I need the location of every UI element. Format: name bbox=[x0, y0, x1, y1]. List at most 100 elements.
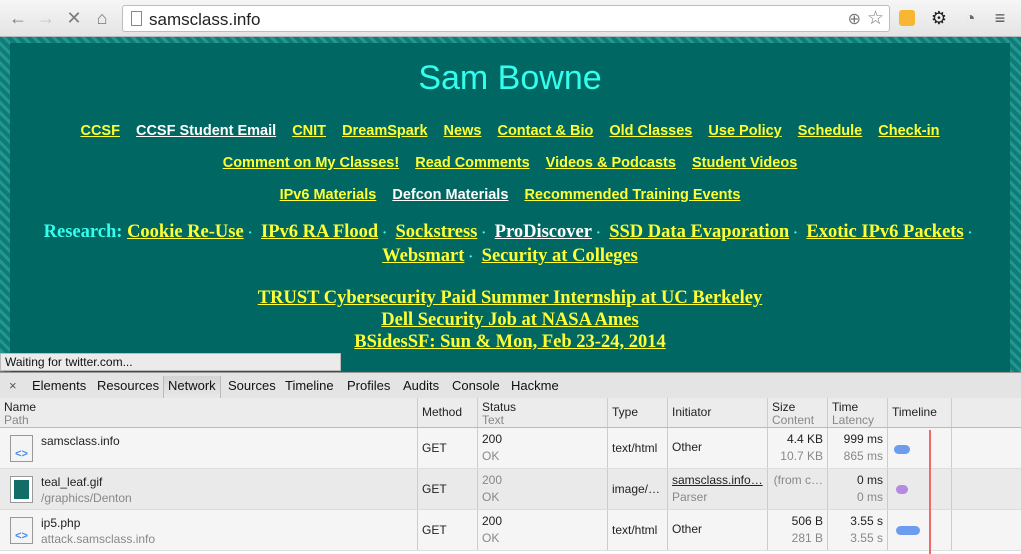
type-cell: text/html bbox=[608, 510, 668, 550]
load-event-line bbox=[929, 430, 931, 554]
menu-icon[interactable]: ≡ bbox=[990, 8, 1010, 28]
latency-value: 3.55 s bbox=[850, 531, 883, 545]
separator: · bbox=[481, 226, 487, 241]
content-value: 281 B bbox=[791, 531, 823, 545]
time-value: 3.55 s bbox=[850, 514, 883, 528]
col-name[interactable]: Name Path bbox=[0, 398, 418, 427]
home-icon[interactable]: ⌂ bbox=[92, 8, 112, 28]
content-value: 10.7 KB bbox=[780, 449, 823, 463]
extension-icon[interactable] bbox=[899, 10, 915, 26]
size-value: 506 B bbox=[791, 514, 823, 528]
timeline-cell bbox=[888, 428, 952, 468]
tab-console[interactable]: Console bbox=[452, 378, 500, 393]
news-link[interactable]: TRUST Cybersecurity Paid Summer Internsh… bbox=[10, 287, 1010, 309]
extension-circle-icon[interactable]: ◔ bbox=[960, 8, 980, 28]
research-link[interactable]: Websmart bbox=[382, 246, 464, 266]
time-cell: 0 ms 0 ms bbox=[828, 469, 888, 509]
time-cell: 999 ms 865 ms bbox=[828, 428, 888, 468]
initiator-cell: Other bbox=[668, 510, 768, 550]
timeline-cell bbox=[888, 510, 952, 550]
page-icon bbox=[131, 11, 142, 26]
col-status[interactable]: Status Text bbox=[478, 398, 608, 427]
research-link[interactable]: Security at Colleges bbox=[482, 246, 638, 266]
initiator-cell: samsclass.info… Parser bbox=[668, 469, 768, 509]
nav-link[interactable]: CCSF Student Email bbox=[136, 123, 276, 139]
bookmark-star-icon[interactable]: ☆ bbox=[867, 7, 884, 30]
address-bar[interactable]: samsclass.info ⊕ ☆ bbox=[122, 5, 890, 32]
header-sublabel: Latency bbox=[832, 413, 875, 427]
initiator-text: Other bbox=[672, 522, 703, 536]
zoom-icon[interactable]: ⊕ bbox=[848, 9, 861, 29]
separator: · bbox=[468, 250, 474, 265]
news-link[interactable]: Dell Security Job at NASA Ames bbox=[10, 309, 1010, 331]
research-link[interactable]: Sockstress bbox=[395, 222, 477, 242]
tab-profiles[interactable]: Profiles bbox=[347, 378, 390, 393]
nav-link[interactable]: Use Policy bbox=[708, 123, 781, 139]
size-value: (from c… bbox=[773, 473, 823, 487]
size-cell: 4.4 KB 10.7 KB bbox=[768, 428, 828, 468]
table-header: Name Path Method Status Text Type Initiato… bbox=[0, 398, 1021, 428]
nav-link[interactable]: Defcon Materials bbox=[392, 187, 508, 203]
col-initiator[interactable]: Initiator bbox=[668, 398, 768, 427]
col-size[interactable]: Size Content bbox=[768, 398, 828, 427]
time-cell: 3.55 s 3.55 s bbox=[828, 510, 888, 550]
nav-link[interactable]: Check-in bbox=[878, 123, 939, 139]
col-method[interactable]: Method bbox=[418, 398, 478, 427]
gear-icon[interactable]: ⚙ bbox=[929, 8, 949, 28]
tab-elements[interactable]: Elements bbox=[32, 378, 86, 393]
nav-link[interactable]: IPv6 Materials bbox=[280, 187, 377, 203]
tab-network[interactable]: Network bbox=[163, 376, 221, 398]
nav-link[interactable]: CCSF bbox=[80, 123, 119, 139]
tab-hackme[interactable]: Hackme bbox=[511, 378, 559, 393]
research-link[interactable]: Exotic IPv6 Packets bbox=[806, 222, 963, 242]
status-cell: 200 OK bbox=[478, 469, 608, 509]
nav-link[interactable]: Old Classes bbox=[609, 123, 692, 139]
nav-link[interactable]: CNIT bbox=[292, 123, 326, 139]
time-value: 0 ms bbox=[856, 473, 883, 487]
nav-link[interactable]: Recommended Training Events bbox=[524, 187, 740, 203]
size-cell: 506 B 281 B bbox=[768, 510, 828, 550]
status-bubble: Waiting for twitter.com... bbox=[0, 353, 341, 371]
back-icon[interactable]: ← bbox=[8, 8, 28, 28]
separator: · bbox=[247, 226, 253, 241]
url-text[interactable]: samsclass.info bbox=[149, 10, 260, 30]
nav-link[interactable]: Student Videos bbox=[692, 155, 797, 171]
nav-link[interactable]: Videos & Podcasts bbox=[546, 155, 676, 171]
nav-link[interactable]: Contact & Bio bbox=[497, 123, 593, 139]
table-row[interactable]: teal_leaf.gif /graphics/Denton GET 200 OK… bbox=[0, 469, 1021, 510]
nav-link[interactable]: Read Comments bbox=[415, 155, 529, 171]
tab-timeline[interactable]: Timeline bbox=[285, 378, 334, 393]
col-timeline[interactable]: Timeline bbox=[888, 398, 952, 427]
col-time[interactable]: Time Latency bbox=[828, 398, 888, 427]
news-link[interactable]: BSidesSF: Sun & Mon, Feb 23-24, 2014 bbox=[10, 331, 1010, 353]
header-label: Name bbox=[4, 400, 37, 414]
forward-icon[interactable]: → bbox=[36, 8, 56, 28]
research-link[interactable]: IPv6 RA Flood bbox=[261, 222, 378, 242]
page-content: Sam Bowne CCSF CCSF Student Email CNIT D… bbox=[10, 43, 1010, 372]
nav-link[interactable]: News bbox=[444, 123, 482, 139]
stop-icon[interactable]: ✕ bbox=[64, 8, 84, 28]
table-row[interactable]: <> samsclass.info GET 200 OK text/html Ot… bbox=[0, 428, 1021, 469]
table-row[interactable]: <> ip5.php attack.samsclass.info GET 200… bbox=[0, 510, 1021, 551]
tab-resources[interactable]: Resources bbox=[97, 378, 159, 393]
initiator-cell: Other bbox=[668, 428, 768, 468]
nav-link[interactable]: Comment on My Classes! bbox=[223, 155, 399, 171]
research-link[interactable]: ProDiscover bbox=[495, 222, 592, 242]
initiator-text[interactable]: samsclass.info… bbox=[672, 472, 763, 489]
request-path: /graphics/Denton bbox=[41, 491, 132, 505]
nav-link[interactable]: Schedule bbox=[798, 123, 862, 139]
page-title: Sam Bowne bbox=[418, 59, 602, 97]
col-type[interactable]: Type bbox=[608, 398, 668, 427]
type-cell: image/… bbox=[608, 469, 668, 509]
tab-sources[interactable]: Sources bbox=[228, 378, 276, 393]
status-text: OK bbox=[482, 490, 500, 504]
research-link[interactable]: SSD Data Evaporation bbox=[609, 222, 789, 242]
header-sublabel: Path bbox=[4, 413, 29, 427]
request-name: samsclass.info bbox=[41, 434, 120, 448]
tab-audits[interactable]: Audits bbox=[403, 378, 439, 393]
close-devtools-icon[interactable]: × bbox=[9, 378, 17, 393]
type-cell: text/html bbox=[608, 428, 668, 468]
nav-link[interactable]: DreamSpark bbox=[342, 123, 427, 139]
research-link[interactable]: Cookie Re-Use bbox=[127, 222, 244, 242]
header-sublabel: Content bbox=[772, 413, 815, 427]
